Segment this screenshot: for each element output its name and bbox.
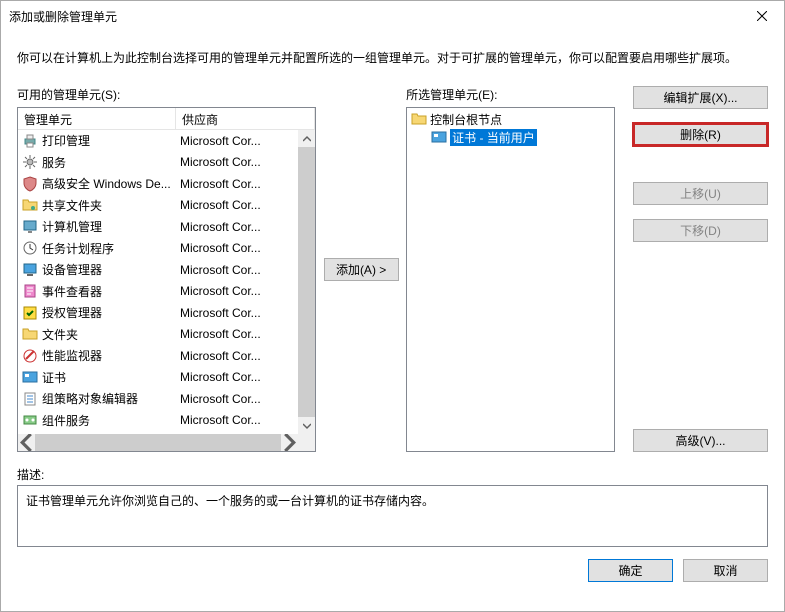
item-name: 服务: [42, 154, 176, 171]
cancel-button[interactable]: 取消: [683, 559, 768, 582]
horizontal-scrollbar[interactable]: [18, 434, 298, 451]
header-vendor[interactable]: 供应商: [176, 108, 315, 129]
move-up-button[interactable]: 上移(U): [633, 182, 768, 205]
tree-item-label: 证书 - 当前用户: [450, 129, 537, 146]
list-item[interactable]: 任务计划程序Microsoft Cor...: [18, 238, 298, 260]
scroll-right-icon[interactable]: [281, 434, 298, 451]
item-vendor: Microsoft Cor...: [176, 241, 298, 255]
item-vendor: Microsoft Cor...: [176, 413, 298, 427]
item-vendor: Microsoft Cor...: [176, 392, 298, 406]
item-vendor: Microsoft Cor...: [176, 198, 298, 212]
item-name: 授权管理器: [42, 304, 176, 321]
item-name: 打印管理: [42, 132, 176, 149]
item-name: 性能监视器: [42, 347, 176, 364]
advanced-button[interactable]: 高级(V)...: [633, 429, 768, 452]
item-name: 任务计划程序: [42, 240, 176, 257]
item-name: 计算机管理: [42, 218, 176, 235]
item-vendor: Microsoft Cor...: [176, 306, 298, 320]
dialog-footer: 确定 取消: [1, 547, 784, 582]
item-vendor: Microsoft Cor...: [176, 370, 298, 384]
component-icon: [22, 412, 38, 428]
perf-icon: [22, 348, 38, 364]
list-item[interactable]: 计算机管理Microsoft Cor...: [18, 216, 298, 238]
window-title: 添加或删除管理单元: [9, 8, 739, 25]
close-button[interactable]: [739, 1, 784, 31]
folder-icon: [22, 326, 38, 342]
gpo-icon: [22, 391, 38, 407]
header-name[interactable]: 管理单元: [18, 108, 176, 129]
item-vendor: Microsoft Cor...: [176, 134, 298, 148]
list-item[interactable]: 证书Microsoft Cor...: [18, 367, 298, 389]
dialog-window: 添加或删除管理单元 你可以在计算机上为此控制台选择可用的管理单元并配置所选的一组…: [0, 0, 785, 612]
remove-button[interactable]: 删除(R): [633, 123, 768, 146]
ok-button[interactable]: 确定: [588, 559, 673, 582]
item-name: 设备管理器: [42, 261, 176, 278]
titlebar: 添加或删除管理单元: [1, 1, 784, 31]
printer-icon: [22, 133, 38, 149]
folder-icon: [411, 111, 427, 127]
item-vendor: Microsoft Cor...: [176, 284, 298, 298]
item-vendor: Microsoft Cor...: [176, 263, 298, 277]
vertical-scrollbar[interactable]: [298, 130, 315, 434]
scroll-left-icon[interactable]: [18, 434, 35, 451]
list-item[interactable]: 设备管理器Microsoft Cor...: [18, 259, 298, 281]
item-name: 高级安全 Windows De...: [42, 175, 176, 192]
list-item[interactable]: 高级安全 Windows De...Microsoft Cor...: [18, 173, 298, 195]
scroll-thumb[interactable]: [298, 147, 315, 417]
item-vendor: Microsoft Cor...: [176, 155, 298, 169]
item-name: 证书: [42, 369, 176, 386]
list-item[interactable]: 组件服务Microsoft Cor...: [18, 410, 298, 432]
selected-label: 所选管理单元(E):: [406, 86, 615, 103]
list-item[interactable]: 服务Microsoft Cor...: [18, 152, 298, 174]
item-vendor: Microsoft Cor...: [176, 327, 298, 341]
list-item[interactable]: 共享文件夹Microsoft Cor...: [18, 195, 298, 217]
cert-icon: [22, 369, 38, 385]
available-label: 可用的管理单元(S):: [17, 86, 316, 103]
shield-icon: [22, 176, 38, 192]
item-vendor: Microsoft Cor...: [176, 349, 298, 363]
cert-icon: [431, 129, 447, 145]
scroll-down-icon[interactable]: [298, 417, 315, 434]
list-item[interactable]: 授权管理器Microsoft Cor...: [18, 302, 298, 324]
description-box: 证书管理单元允许你浏览自己的、一个服务的或一台计算机的证书存储内容。: [17, 485, 768, 547]
item-name: 事件查看器: [42, 283, 176, 300]
scroll-up-icon[interactable]: [298, 130, 315, 147]
auth-icon: [22, 305, 38, 321]
edit-extensions-button[interactable]: 编辑扩展(X)...: [633, 86, 768, 109]
folder-share-icon: [22, 197, 38, 213]
add-button[interactable]: 添加(A) >: [324, 258, 399, 281]
selected-tree[interactable]: 控制台根节点 证书 - 当前用户: [406, 107, 615, 452]
item-vendor: Microsoft Cor...: [176, 177, 298, 191]
event-icon: [22, 283, 38, 299]
item-name: 组件服务: [42, 412, 176, 429]
description-label: 描述:: [17, 466, 768, 483]
clock-icon: [22, 240, 38, 256]
available-listbox[interactable]: 管理单元 供应商 打印管理Microsoft Cor...服务Microsoft…: [17, 107, 316, 452]
scrollbar-corner: [298, 434, 315, 451]
device-icon: [22, 262, 38, 278]
tree-item-cert[interactable]: 证书 - 当前用户: [409, 128, 612, 146]
item-name: 共享文件夹: [42, 197, 176, 214]
tree-root-label: 控制台根节点: [430, 111, 502, 128]
listbox-header: 管理单元 供应商: [18, 108, 315, 130]
close-icon: [757, 11, 767, 21]
gear-icon: [22, 154, 38, 170]
scroll-hthumb[interactable]: [35, 434, 281, 451]
tree-root[interactable]: 控制台根节点: [409, 110, 612, 128]
list-item[interactable]: 文件夹Microsoft Cor...: [18, 324, 298, 346]
move-down-button[interactable]: 下移(D): [633, 219, 768, 242]
list-item[interactable]: 事件查看器Microsoft Cor...: [18, 281, 298, 303]
list-item[interactable]: 组策略对象编辑器Microsoft Cor...: [18, 388, 298, 410]
list-item[interactable]: 性能监视器Microsoft Cor...: [18, 345, 298, 367]
item-vendor: Microsoft Cor...: [176, 220, 298, 234]
listbox-rows: 打印管理Microsoft Cor...服务Microsoft Cor...高级…: [18, 130, 298, 434]
list-item[interactable]: 打印管理Microsoft Cor...: [18, 130, 298, 152]
item-name: 文件夹: [42, 326, 176, 343]
intro-text: 你可以在计算机上为此控制台选择可用的管理单元并配置所选的一组管理单元。对于可扩展…: [1, 31, 784, 76]
item-name: 组策略对象编辑器: [42, 390, 176, 407]
computer-manage-icon: [22, 219, 38, 235]
